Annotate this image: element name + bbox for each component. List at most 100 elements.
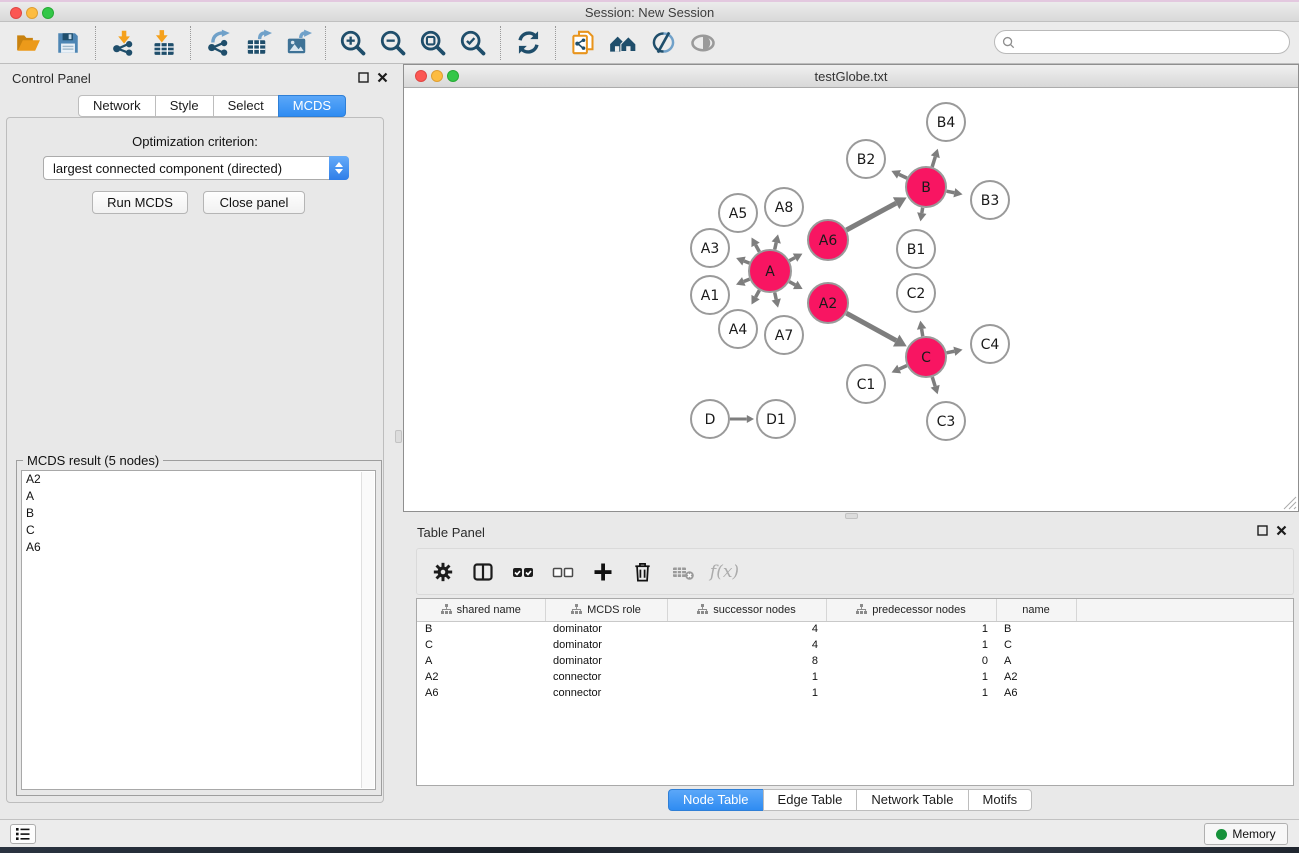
result-scrollbar[interactable] bbox=[361, 472, 374, 788]
refresh-button[interactable] bbox=[508, 25, 548, 61]
close-panel-icon[interactable] bbox=[1276, 525, 1287, 536]
edge-A-A4[interactable] bbox=[756, 290, 760, 297]
close-panel-button[interactable]: Close panel bbox=[203, 191, 305, 214]
tab-mcds[interactable]: MCDS bbox=[278, 95, 346, 117]
table-row[interactable]: Cdominator41C bbox=[417, 637, 1294, 653]
edge-C-C1[interactable] bbox=[899, 366, 907, 369]
edge-B-B2[interactable] bbox=[899, 174, 907, 178]
search-field[interactable] bbox=[994, 30, 1290, 54]
zoom-selected-button[interactable] bbox=[453, 25, 493, 61]
network-graph[interactable]: B4B2BB3A8A5A6A3B1AC2A1A2A4A7C4CC1C3DD1 bbox=[404, 89, 1298, 512]
cell[interactable]: B bbox=[417, 621, 545, 637]
save-session-button[interactable] bbox=[48, 25, 88, 61]
tab-network[interactable]: Network bbox=[78, 95, 156, 117]
cell[interactable]: 1 bbox=[826, 669, 996, 685]
cell[interactable]: A2 bbox=[417, 669, 545, 685]
horizontal-splitter-handle[interactable] bbox=[845, 513, 858, 519]
add-column-button[interactable] bbox=[585, 554, 620, 589]
zoom-out-button[interactable] bbox=[373, 25, 413, 61]
export-image-button[interactable] bbox=[278, 25, 318, 61]
task-history-button[interactable] bbox=[10, 824, 36, 844]
cell[interactable]: 8 bbox=[667, 653, 826, 669]
edge-A-A2[interactable] bbox=[789, 282, 795, 285]
zoom-in-button[interactable] bbox=[333, 25, 373, 61]
table-row[interactable]: Bdominator41B bbox=[417, 621, 1294, 637]
cell[interactable]: 0 bbox=[826, 653, 996, 669]
edge-A6-B[interactable] bbox=[846, 203, 896, 230]
result-item[interactable]: B bbox=[22, 505, 375, 522]
edge-A-A8[interactable] bbox=[775, 243, 777, 250]
column-header-successor-nodes[interactable]: successor nodes bbox=[667, 599, 826, 621]
run-mcds-button[interactable]: Run MCDS bbox=[92, 191, 188, 214]
column-header-MCDS-role[interactable]: MCDS role bbox=[545, 599, 667, 621]
tab-edge-table[interactable]: Edge Table bbox=[763, 789, 858, 811]
float-panel-icon[interactable] bbox=[358, 72, 369, 83]
export-table-button[interactable] bbox=[238, 25, 278, 61]
cell[interactable]: 1 bbox=[667, 685, 826, 701]
cell[interactable]: C bbox=[996, 637, 1076, 653]
search-input[interactable] bbox=[1015, 35, 1265, 49]
cell[interactable]: B bbox=[996, 621, 1076, 637]
function-builder-button[interactable]: f(x) bbox=[705, 554, 740, 589]
cell[interactable]: connector bbox=[545, 669, 667, 685]
window-titlebar[interactable]: Session: New Session bbox=[0, 2, 1299, 22]
column-header-predecessor-nodes[interactable]: predecessor nodes bbox=[826, 599, 996, 621]
cell[interactable]: A6 bbox=[996, 685, 1076, 701]
edge-A-A3[interactable] bbox=[744, 261, 749, 263]
cell[interactable]: dominator bbox=[545, 637, 667, 653]
edge-A-A7[interactable] bbox=[775, 292, 777, 299]
table-settings-button[interactable] bbox=[425, 554, 460, 589]
cell[interactable]: dominator bbox=[545, 621, 667, 637]
tab-select[interactable]: Select bbox=[213, 95, 279, 117]
memory-button[interactable]: Memory bbox=[1204, 823, 1288, 845]
close-panel-icon[interactable] bbox=[377, 72, 388, 83]
cell[interactable]: C bbox=[417, 637, 545, 653]
cell[interactable]: 4 bbox=[667, 621, 826, 637]
tab-network-table[interactable]: Network Table bbox=[856, 789, 968, 811]
edge-A-A1[interactable] bbox=[744, 279, 750, 281]
resize-grip-icon[interactable] bbox=[1280, 493, 1297, 510]
table-header-row[interactable]: shared nameMCDS rolesuccessor nodesprede… bbox=[417, 599, 1294, 621]
delete-table-button[interactable] bbox=[665, 554, 700, 589]
deselect-all-button[interactable] bbox=[545, 554, 580, 589]
column-header-shared-name[interactable]: shared name bbox=[417, 599, 545, 621]
cell[interactable]: 1 bbox=[667, 669, 826, 685]
edge-C-C2[interactable] bbox=[922, 329, 923, 336]
edge-A-A5[interactable] bbox=[756, 245, 760, 252]
show-view-button[interactable] bbox=[683, 25, 723, 61]
edge-A2-C[interactable] bbox=[846, 313, 896, 340]
result-item[interactable]: C bbox=[22, 522, 375, 539]
cell[interactable]: 4 bbox=[667, 637, 826, 653]
cell[interactable]: A2 bbox=[996, 669, 1076, 685]
import-network-button[interactable] bbox=[103, 25, 143, 61]
criterion-dropdown[interactable]: largest connected component (directed) bbox=[43, 156, 349, 180]
result-item[interactable]: A6 bbox=[22, 539, 375, 556]
fit-content-button[interactable] bbox=[413, 25, 453, 61]
tab-node-table[interactable]: Node Table bbox=[668, 789, 764, 811]
table-row[interactable]: A6connector11A6 bbox=[417, 685, 1294, 701]
result-item[interactable]: A2 bbox=[22, 471, 375, 488]
cell[interactable]: A6 bbox=[417, 685, 545, 701]
table-row[interactable]: A2connector11A2 bbox=[417, 669, 1294, 685]
open-file-button[interactable] bbox=[8, 25, 48, 61]
edge-A-A6[interactable] bbox=[789, 258, 795, 261]
import-table-button[interactable] bbox=[143, 25, 183, 61]
tab-style[interactable]: Style bbox=[155, 95, 214, 117]
network-window-titlebar[interactable]: testGlobe.txt bbox=[404, 65, 1298, 88]
cell[interactable]: A bbox=[417, 653, 545, 669]
cell[interactable]: 1 bbox=[826, 685, 996, 701]
cell[interactable]: connector bbox=[545, 685, 667, 701]
delete-column-button[interactable] bbox=[625, 554, 660, 589]
select-all-button[interactable] bbox=[505, 554, 540, 589]
cell[interactable]: dominator bbox=[545, 653, 667, 669]
show-column-button[interactable] bbox=[465, 554, 500, 589]
edge-B-B4[interactable] bbox=[932, 157, 935, 167]
edge-B-B3[interactable] bbox=[947, 191, 955, 193]
edge-B-B1[interactable] bbox=[922, 208, 923, 213]
network-view-window[interactable]: testGlobe.txt B4B2BB3A8A5A6A3B1AC2A1A2A4… bbox=[403, 64, 1299, 512]
float-panel-icon[interactable] bbox=[1257, 525, 1268, 536]
clone-network-button[interactable] bbox=[563, 25, 603, 61]
column-header-name[interactable]: name bbox=[996, 599, 1076, 621]
mcds-result-list[interactable]: A2ABCA6 bbox=[21, 470, 376, 790]
vertical-splitter-handle[interactable] bbox=[395, 430, 402, 443]
